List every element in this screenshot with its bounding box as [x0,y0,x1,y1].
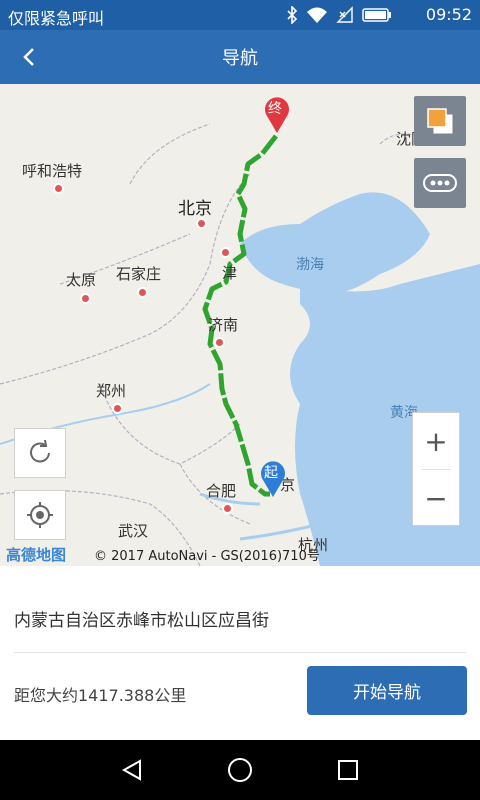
more-dots-icon [423,174,457,192]
zoom-control: + − [412,412,460,526]
city-label-tianjin: 津 [222,264,238,282]
map-attribution: © 2017 AutoNavi - GS(2016)710号 [94,549,320,564]
city-dot-taiyuan [80,293,91,304]
square-recents-icon [338,760,358,780]
city-dot-beijing [196,218,207,229]
status-icons [286,5,392,28]
zoom-in-button[interactable]: + [413,413,459,469]
nav-recents-button[interactable] [334,756,362,784]
app-bar: 导航 [0,30,480,84]
city-label-jinan: 济南 [208,316,239,334]
destination-address: 内蒙古自治区赤峰市松山区应昌街 [14,611,269,631]
city-dot-tianjin [220,247,231,258]
system-nav-bar [0,740,480,800]
clock: 09:52 [425,5,472,24]
start-navigation-button[interactable]: 开始导航 [307,666,467,715]
map-view[interactable]: 呼和浩特 北京 沈阳 太原 石家庄 津 济南 郑州 渤海 黄海 合肥 京 武汉 … [0,84,480,566]
city-label-taiyuan: 太原 [66,271,97,289]
city-dot-hohhot [53,183,64,194]
panel-divider [14,652,466,653]
distance-text: 距您大约1417.388公里 [14,686,187,705]
city-label-zhengzhou: 郑州 [96,382,127,400]
end-marker[interactable]: 终 [262,94,292,134]
locate-icon [27,502,53,528]
carrier-text: 仅限紧急呼叫 [8,9,105,28]
city-dot-hefei [222,503,233,514]
start-marker-label: 起 [264,465,278,481]
more-button[interactable] [414,158,466,208]
battery-icon [362,7,392,27]
layers-icon [427,108,453,134]
city-label-wuhan: 武汉 [118,522,149,540]
destination-panel: 内蒙古自治区赤峰市松山区应昌街 距您大约1417.388公里 开始导航 [0,566,480,740]
nav-home-button[interactable] [226,756,254,784]
signal-off-icon [336,6,354,28]
city-label-hefei: 合肥 [206,482,237,500]
nav-back-button[interactable] [118,756,146,784]
triangle-back-icon [121,759,141,781]
map-logo: 高德地图 [6,546,67,564]
layer-button[interactable] [414,96,466,146]
bluetooth-icon [286,5,298,28]
city-label-beijing: 北京 [178,199,212,219]
circle-home-icon [228,758,252,782]
refresh-icon [30,439,50,463]
map-base [0,123,480,566]
city-dot-shijiazhuang [137,287,148,298]
city-dot-zhengzhou [112,403,123,414]
wifi-icon [306,6,328,28]
end-marker-label: 终 [268,101,282,117]
city-dot-jinan [214,337,225,348]
sea-label-bohai: 渤海 [296,257,324,273]
start-marker[interactable]: 起 [258,458,288,498]
refresh-button[interactable] [14,428,66,478]
city-label-hohhot: 呼和浩特 [22,162,83,180]
locate-button[interactable] [14,490,66,540]
page-title: 导航 [222,48,258,69]
zoom-out-button[interactable]: − [413,470,459,526]
city-label-shijiazhuang: 石家庄 [116,265,162,283]
status-bar: 仅限紧急呼叫 09:52 [0,0,480,30]
